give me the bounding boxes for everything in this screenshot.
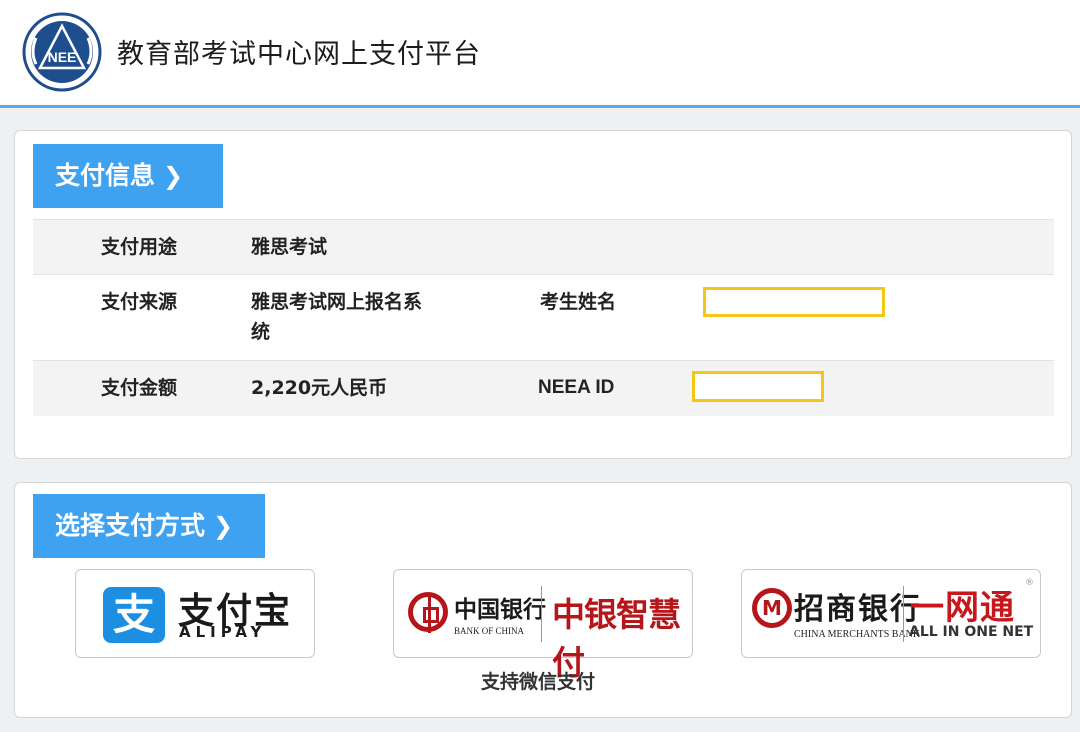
table-row-amount: 支付金额 2,220元人民币 NEEA ID xyxy=(33,361,1054,416)
neea-id-redacted xyxy=(692,371,824,402)
site-title: 教育部考试中心网上支付平台 xyxy=(117,39,481,70)
neea-id-label: NEEA ID xyxy=(538,377,615,398)
alipay-button[interactable]: 支 支付宝 ALIPAY xyxy=(75,569,315,658)
svg-text:NEE: NEE xyxy=(48,49,77,65)
source-value-line1: 雅思考试网上报名系 xyxy=(251,291,423,313)
payment-info-card: 支付信息 ❯ 支付用途 雅思考试 支付来源 雅思考试网上报名系 统 考生姓名 支付… xyxy=(14,130,1072,459)
table-row-source: 支付来源 雅思考试网上报名系 统 考生姓名 xyxy=(33,274,1054,361)
payment-method-tab[interactable]: 选择支付方式 ❯ xyxy=(33,494,265,558)
divider xyxy=(903,586,904,642)
cmb-brand-en: ALL IN ONE NET xyxy=(909,624,1034,640)
table-row-purpose: 支付用途 雅思考试 xyxy=(33,219,1054,274)
chevron-right-icon: ❯ xyxy=(213,512,234,540)
chevron-right-icon: ❯ xyxy=(163,162,184,190)
purpose-label: 支付用途 xyxy=(101,236,178,258)
wechat-support-note: 支持微信支付 xyxy=(481,671,596,693)
site-header: NEE 教育部考试中心网上支付平台 xyxy=(0,0,1080,108)
payment-info-tab[interactable]: 支付信息 ❯ xyxy=(33,144,223,208)
amount-value: 2,220元人民币 xyxy=(251,377,388,399)
payment-info-table: 支付用途 雅思考试 支付来源 雅思考试网上报名系 统 考生姓名 支付金额 2,2… xyxy=(33,219,1054,416)
payment-info-title: 支付信息 xyxy=(55,161,156,190)
purpose-value: 雅思考试 xyxy=(251,236,328,258)
cmb-name-en: CHINA MERCHANTS BANK xyxy=(794,629,921,640)
alipay-name-en: ALIPAY xyxy=(179,623,267,641)
boc-name-en: BANK OF CHINA xyxy=(454,626,525,636)
candidate-name-label: 考生姓名 xyxy=(540,291,617,313)
payment-method-card: 选择支付方式 ❯ 支 支付宝 ALIPAY 中国银行 BANK OF CHINA … xyxy=(14,482,1072,718)
cmb-brand: 一网通 xyxy=(910,588,1015,628)
cmb-logo-icon xyxy=(752,588,792,628)
boc-button[interactable]: 中国银行 BANK OF CHINA 中银智慧付 xyxy=(393,569,693,682)
payment-method-title: 选择支付方式 xyxy=(55,511,206,540)
source-value-line2: 统 xyxy=(251,321,271,343)
neea-emblem-icon: NEE xyxy=(22,12,102,92)
divider xyxy=(541,586,542,642)
amount-label: 支付金额 xyxy=(101,377,178,399)
alipay-logo-icon: 支 xyxy=(103,587,165,643)
boc-logo-icon xyxy=(408,592,448,633)
boc-name-cn: 中国银行 xyxy=(454,596,546,623)
cmb-button[interactable]: 招商银行 CHINA MERCHANTS BANK 一网通 ALL IN ONE… xyxy=(741,569,1041,658)
candidate-name-redacted xyxy=(703,287,885,317)
source-label: 支付来源 xyxy=(101,291,178,313)
registered-mark: ® xyxy=(1025,578,1034,588)
